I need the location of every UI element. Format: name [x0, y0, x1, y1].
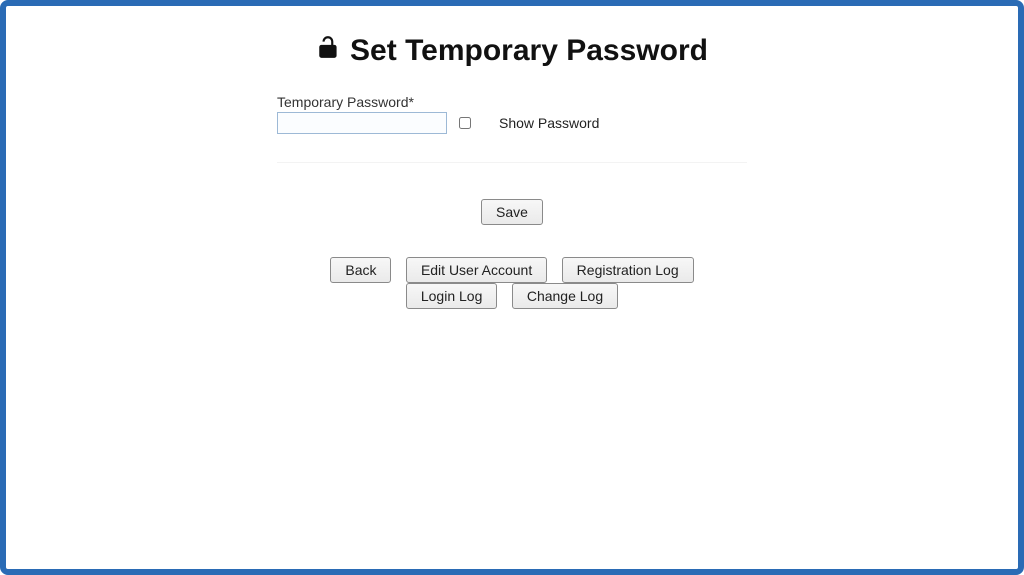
temporary-password-input[interactable] — [277, 112, 447, 134]
login-log-button[interactable]: Login Log — [406, 283, 498, 309]
page-title-row: Set Temporary Password — [6, 34, 1018, 68]
save-button[interactable]: Save — [481, 199, 543, 225]
password-field-row: Temporary Password* Show Password — [277, 94, 747, 163]
registration-log-button[interactable]: Registration Log — [562, 257, 694, 283]
page-frame: Set Temporary Password Temporary Passwor… — [0, 0, 1024, 575]
save-row: Save — [277, 199, 747, 225]
page-title-text: Set Temporary Password — [350, 34, 708, 68]
show-password-checkbox[interactable] — [459, 117, 471, 129]
back-button[interactable]: Back — [330, 257, 391, 283]
unlock-icon — [316, 34, 342, 68]
edit-user-account-button[interactable]: Edit User Account — [406, 257, 547, 283]
page-title: Set Temporary Password — [316, 34, 708, 68]
change-log-button[interactable]: Change Log — [512, 283, 618, 309]
show-password-label: Show Password — [499, 115, 599, 131]
nav-row: Back Edit User Account Registration Log … — [277, 257, 747, 309]
form-area: Temporary Password* Show Password Save B… — [277, 94, 747, 309]
password-label: Temporary Password* — [277, 94, 447, 110]
password-field-col: Temporary Password* — [277, 94, 447, 134]
